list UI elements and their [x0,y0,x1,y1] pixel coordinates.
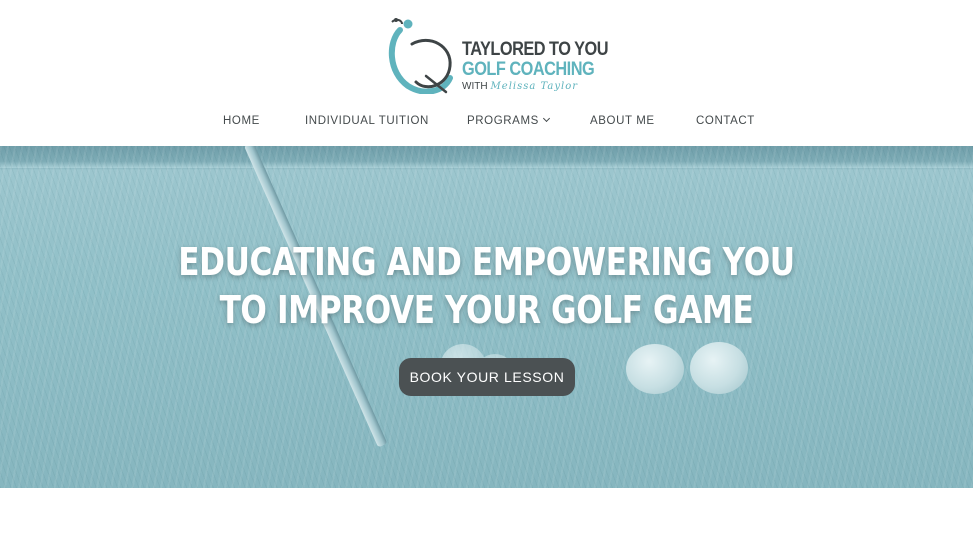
nav-item-about-me[interactable]: ABOUT ME [590,115,655,127]
logo-subtitle: GOLF COACHING [462,59,595,80]
nav-item-home[interactable]: HOME [223,115,260,127]
book-lesson-button[interactable]: BOOK YOUR LESSON [399,358,575,396]
logo-title: TAYLORED TO YOU [462,39,609,60]
logo-tagline-prefix: WITH [462,81,488,92]
site-logo[interactable]: TAYLORED TO YOU GOLF COACHING WITH Meliss… [386,16,609,96]
logo-tagline: WITH Melissa Taylor [462,81,632,93]
chevron-down-icon [542,114,550,123]
golf-ball-image [626,344,684,394]
hero-headline-line2: TO IMPROVE YOUR GOLF GAME [219,288,754,332]
nav-item-contact[interactable]: CONTACT [696,115,755,127]
nav-item-programs[interactable]: PROGRAMS [467,114,550,127]
logo-wordmark: TAYLORED TO YOU GOLF COACHING WITH Meliss… [462,40,632,93]
hero-headline-line1: EDUCATING AND EMPOWERING YOU [178,240,795,284]
golf-ball-image [690,342,748,394]
golfer-swirl-logo-icon [388,18,453,94]
logo-signature: Melissa Taylor [490,81,579,92]
site-header: TAYLORED TO YOU GOLF COACHING WITH Meliss… [0,0,973,146]
hero-banner: EDUCATING AND EMPOWERING YOU TO IMPROVE … [0,146,973,488]
main-nav: HOME INDIVIDUAL TUITION PROGRAMS ABOUT M… [0,114,973,131]
hero-headline: EDUCATING AND EMPOWERING YOU TO IMPROVE … [88,238,886,334]
nav-item-individual-tuition[interactable]: INDIVIDUAL TUITION [305,115,429,127]
nav-item-programs-label: PROGRAMS [467,115,539,127]
